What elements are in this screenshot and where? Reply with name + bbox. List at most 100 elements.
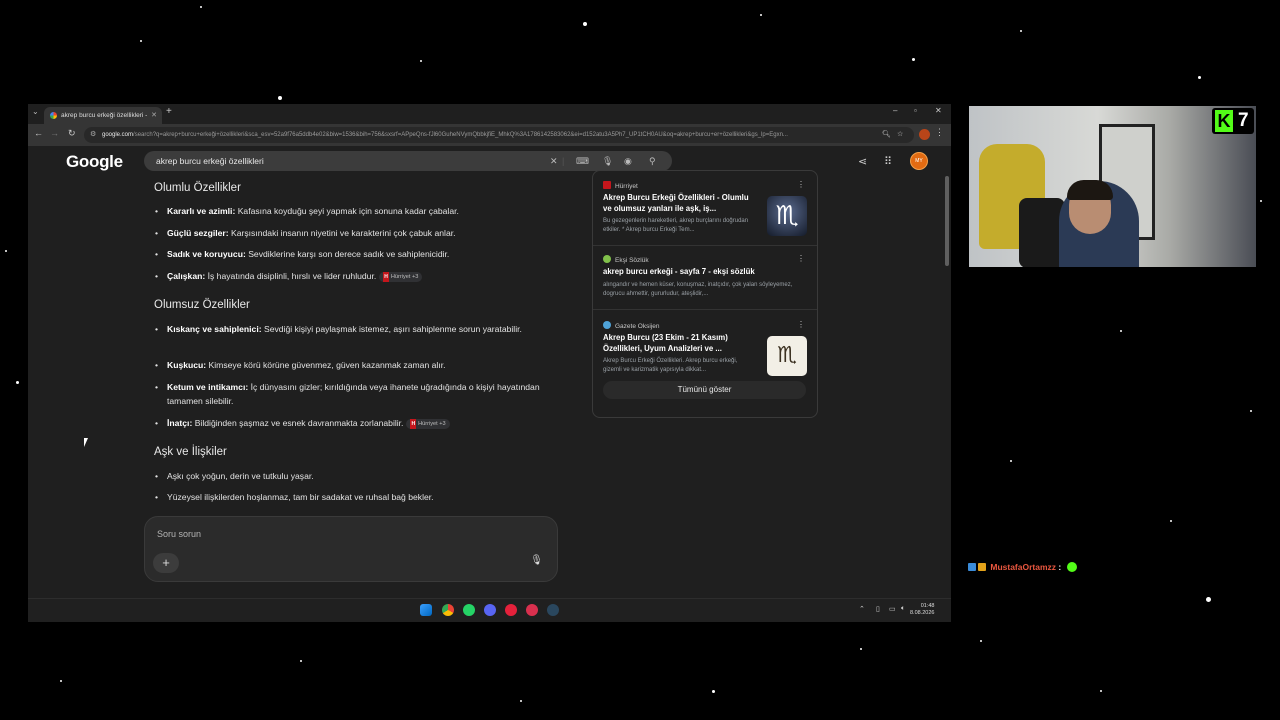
chrome-icon[interactable] [442,604,454,616]
section-heading: Olumsuz Özellikler [154,299,250,311]
system-clock[interactable]: 01:48 8.08.2026 [910,603,934,617]
google-favicon-icon [50,112,57,119]
reload-icon[interactable]: ↻ [68,128,76,139]
gazete-oksijen-logo-icon [603,321,611,329]
clock-time: 01:48 [920,603,935,609]
site-info-icon[interactable]: ⚙ [90,127,96,143]
kick-logo-icon: K [1215,110,1233,132]
bookmark-star-icon[interactable]: ☆ [894,127,907,143]
whatsapp-icon[interactable] [463,604,475,616]
search-icon[interactable]: ⚲ [649,151,656,171]
kick-badge: K 7 [1212,108,1254,134]
scrollbar[interactable] [945,176,949,266]
hurriyet-logo-icon [603,181,611,189]
address-bar: ← → ↻ ⚙ google.com/search?q=akrep+burcu+… [28,124,951,146]
google-results-page: Google akrep burcu erkeği özellikleri ✕ … [28,146,951,598]
volume-icon[interactable]: 🔈︎ [901,605,905,613]
badge-icon [978,563,986,571]
scorpio-symbol-thumbnail: ♏ [767,196,807,236]
more-options-icon[interactable]: ⋮ [797,254,805,263]
list-item: Kıskanç ve sahiplenici: Sevdiği kişiyi p… [155,322,547,336]
url-host: google.com [102,132,134,138]
browser-window: ⌄ akrep burcu erkeği özellikleri - ✕ + –… [28,104,951,622]
more-options-icon[interactable]: ⋮ [797,320,805,329]
source-snippet: Bu gezegenlerin hareketleri, akrep burçl… [603,218,749,233]
chat-message: MustafaOrtamzz : [968,562,1077,572]
discord-icon[interactable] [484,604,496,616]
chat-separator: : [1058,562,1062,572]
tab-bar: ⌄ akrep burcu erkeği özellikleri - ✕ + –… [28,104,951,124]
source-site: Ekşi Sözlük [603,255,649,264]
zoom-icon[interactable]: 🔍︎ [879,127,894,143]
source-chip[interactable]: H Hürriyet +3 [406,419,450,429]
source-chip[interactable]: H Hürriyet +3 [379,272,423,282]
source-site: Gazete Oksijen [603,321,659,330]
search-input[interactable]: akrep burcu erkeği özellikleri ✕ | ⌨ 🎙︎ … [144,151,672,171]
ask-input[interactable]: Soru sorun + 🎙︎ [144,516,558,582]
clear-icon[interactable]: ✕ [550,151,558,171]
account-avatar[interactable]: MY [910,152,928,170]
scorpion-illustration-thumbnail: ♏ [767,336,807,376]
source-title[interactable]: Akrep Burcu (23 Ekim - 21 Kasım) Özellik… [603,333,753,354]
list-item: Güçlü sezgiler: Karşısındaki insanın niy… [155,226,547,240]
list-item: Kararlı ve azimli: Kafasına koyduğu şeyi… [155,204,547,218]
app-icon[interactable] [505,604,517,616]
list-item: Çalışkan: İş hayatında disiplinli, hırsl… [155,269,547,283]
list-item: Kuşkucu: Kimseye körü körüne güvenmez, g… [155,358,547,372]
source-snippet: Akrep Burcu Erkeği Özellikleri. Akrep bu… [603,358,738,373]
share-icon[interactable]: ⋖ [858,155,867,168]
steam-icon[interactable] [547,604,559,616]
list-item: Yüzeysel ilişkilerden hoşlanmaz, tam bir… [155,490,547,504]
ask-placeholder: Soru sorun [157,529,202,539]
sources-panel: Hürriyet ⋮ Akrep Burcu Erkeği Özellikler… [592,170,818,418]
add-button[interactable]: + [153,553,179,573]
source-title[interactable]: akrep burcu erkeği - sayfa 7 - ekşi sözl… [603,267,803,278]
maximize-button[interactable]: ▫ [914,106,917,115]
tab-title: akrep burcu erkeği özellikleri - [61,112,148,119]
list-item: Aşkı çok yoğun, derin ve tutkulu yaşar. [155,469,547,483]
section-heading: Aşk ve İlişkiler [154,446,227,458]
source-site: Hürriyet [603,181,638,190]
mouse-cursor [84,438,92,447]
hurriyet-logo-icon: H [383,272,389,282]
windows-taskbar: ⌃ ▯ ▭ 🔈︎ 01:48 8.08.2026 [28,598,951,622]
show-all-button[interactable]: Tümünü göster [603,381,806,399]
lens-icon[interactable]: ◉ [624,151,632,171]
emote-icon [1066,562,1077,572]
hurriyet-logo-icon: H [410,419,417,429]
section-heading: Olumlu Özellikler [154,182,241,194]
source-snippet: alıngandır ve hemen küser, konuşmaz, ina… [603,282,793,297]
profile-avatar[interactable] [919,129,930,140]
clock-date: 8.08.2026 [910,610,935,616]
chat-username: MustafaOrtamzz [990,562,1057,572]
tab-google-search[interactable]: akrep burcu erkeği özellikleri - ✕ [44,107,162,124]
search-query: akrep burcu erkeği özellikleri [156,156,264,166]
list-item: Ketum ve intikamcı: İç dünyasını gizler;… [155,380,547,408]
start-icon[interactable] [420,604,432,616]
badge-icon [968,563,976,571]
keyboard-icon[interactable]: ⌨ [576,151,589,171]
microphone-icon[interactable]: 🎙︎ [530,555,543,566]
apps-grid-icon[interactable]: ⠿ [884,155,892,168]
new-tab-button[interactable]: + [166,106,172,117]
google-logo[interactable]: Google [66,152,123,172]
tab-list-chevron-icon[interactable]: ⌄ [32,107,39,116]
forward-icon[interactable]: → [50,128,59,138]
tray-icon[interactable]: ▯ [876,605,880,613]
obs-icon[interactable] [526,604,538,616]
source-title[interactable]: Akrep Burcu Erkeği Özellikleri - Olumlu … [603,193,753,214]
network-icon[interactable]: ▭ [889,605,896,613]
minimize-button[interactable]: – [893,106,897,115]
browser-menu-icon[interactable]: ⋮ [935,127,944,138]
close-window-button[interactable]: ✕ [935,106,942,115]
microphone-icon[interactable]: 🎙︎ [602,151,613,171]
tray-chevron-icon[interactable]: ⌃ [859,605,865,613]
list-item: Sadık ve koruyucu: Sevdiklerine karşı so… [155,247,547,261]
back-icon[interactable]: ← [34,128,43,138]
more-options-icon[interactable]: ⋮ [797,180,805,189]
tab-close-icon[interactable]: ✕ [151,107,157,124]
url-input[interactable]: ⚙ google.com/search?q=akrep+burcu+erkeği… [84,127,914,143]
url-path: /search?q=akrep+burcu+erkeği+özellikleri… [133,132,788,138]
kick-number: 7 [1238,110,1249,131]
eksi-sozluk-logo-icon [603,255,611,263]
